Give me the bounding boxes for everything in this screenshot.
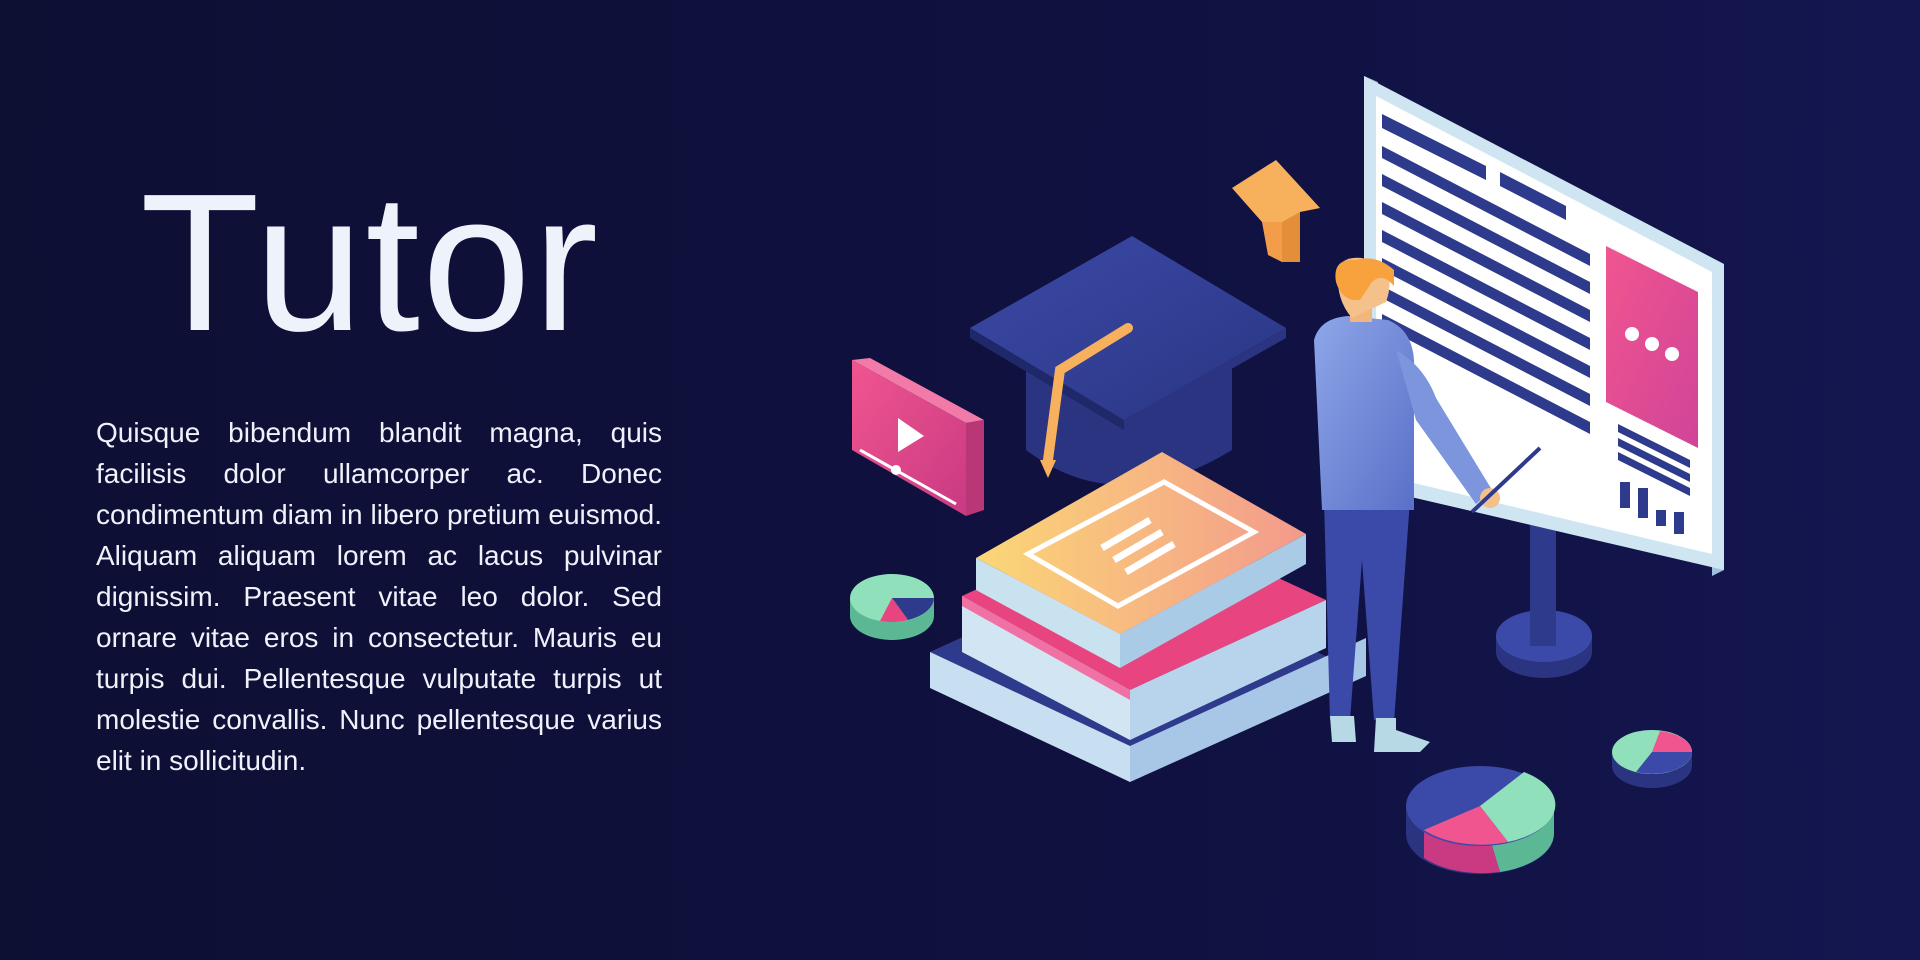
tutor-illustration bbox=[850, 76, 1724, 874]
up-arrow-icon bbox=[1232, 160, 1320, 262]
graduation-cap-icon bbox=[970, 236, 1286, 485]
books-stack-icon bbox=[930, 452, 1366, 782]
pie-chart-icon bbox=[850, 574, 934, 640]
pie-chart-icon bbox=[1406, 766, 1556, 874]
video-play-icon bbox=[852, 358, 984, 516]
pie-chart-icon bbox=[1612, 730, 1692, 788]
